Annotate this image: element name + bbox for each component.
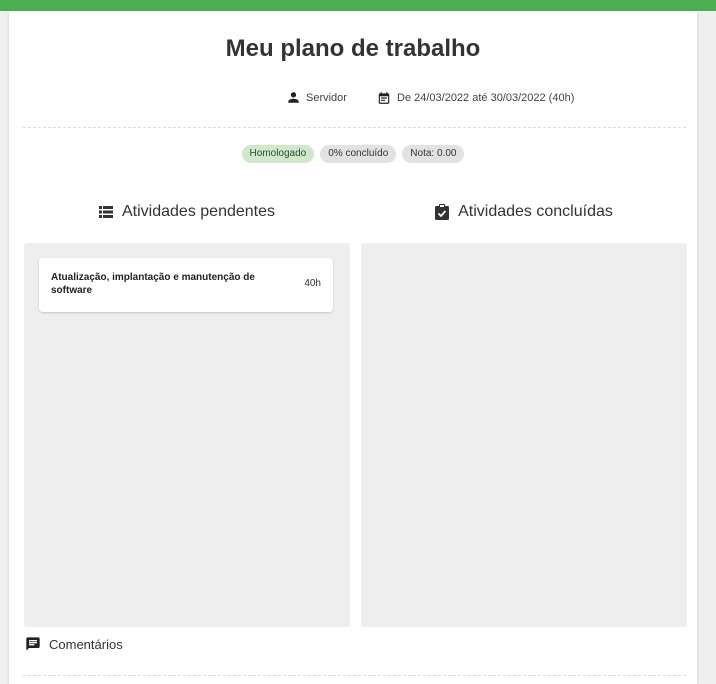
top-accent-bar [0,0,716,11]
person-icon [288,92,299,103]
task-name: Atualização, implantação e manutenção de… [51,272,255,296]
work-plan-card: Meu plano de trabalho Servidor De 24/03/… [9,11,697,684]
comments-divider [23,675,686,676]
comment-icon [26,637,40,651]
progress-badge: 0% concluído [320,145,397,163]
calendar-icon [378,92,390,104]
list-icon [99,206,113,218]
clipboard-check-icon [435,204,450,220]
task-card[interactable]: Atualização, implantação e manutenção de… [39,258,333,312]
done-column [361,243,687,627]
page-title: Meu plano de trabalho [225,35,481,62]
pending-column: Atualização, implantação e manutenção de… [24,243,350,627]
pending-header: Atividades pendentes [24,203,350,221]
role-info: Servidor [287,91,347,104]
grade-badge: Nota: 0.00 [402,145,465,163]
done-header: Atividades concluídas [361,203,687,221]
role-label: Servidor [306,91,347,104]
comments-section[interactable]: Comentários [25,636,123,652]
header-divider [23,127,686,128]
status-badge: Homologado [241,145,315,163]
period-info: De 24/03/2022 até 30/03/2022 (40h) [377,91,574,105]
comments-label: Comentários [49,636,123,652]
pending-title: Atividades pendentes [122,203,275,220]
done-title: Atividades concluídas [458,203,613,220]
period-label: De 24/03/2022 até 30/03/2022 (40h) [397,92,575,104]
task-hours: 40h [304,278,321,289]
status-chips: Homologado 0% concluído Nota: 0.00 [9,145,697,163]
